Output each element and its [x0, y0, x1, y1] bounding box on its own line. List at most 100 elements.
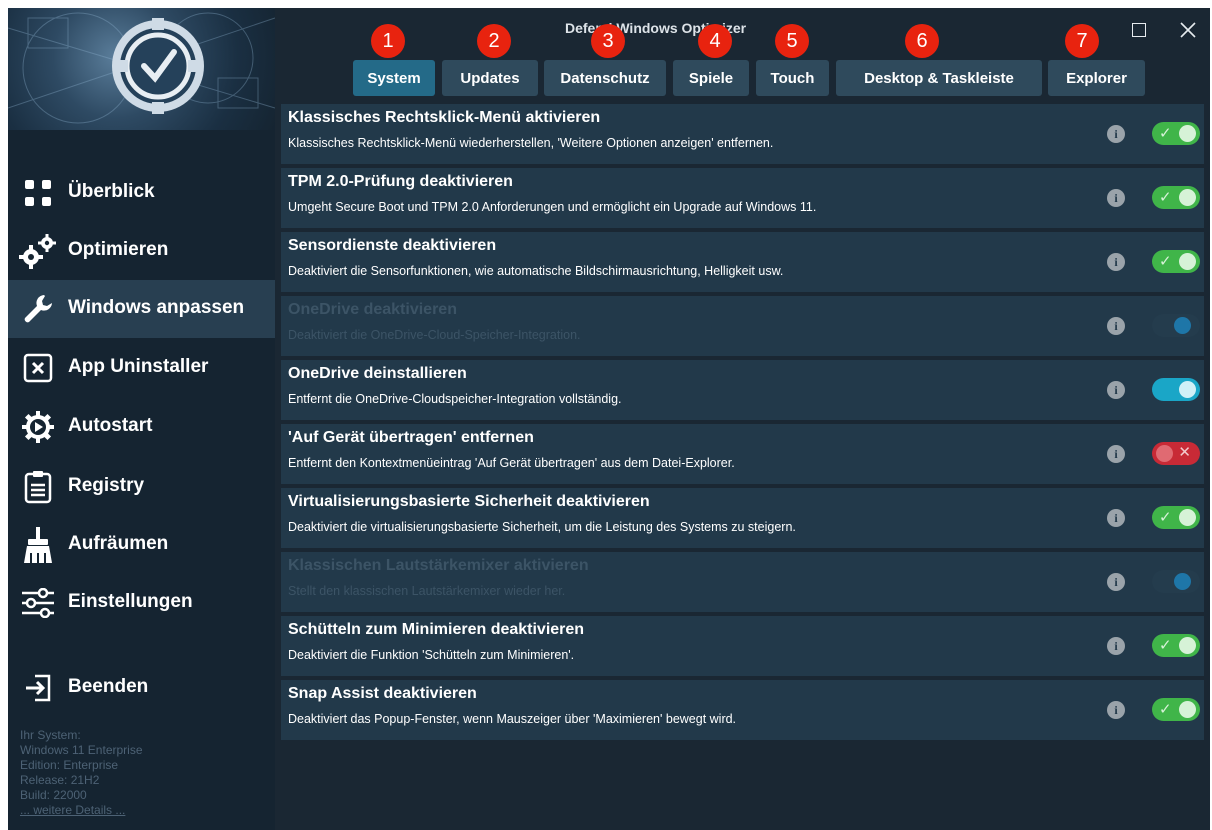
option-title: Sensordienste deaktivieren: [288, 237, 497, 254]
info-icon[interactable]: i: [1107, 189, 1125, 207]
option-description: Entfernt den Kontextmenüeintrag 'Auf Ger…: [288, 456, 735, 470]
option-description: Umgeht Secure Boot und TPM 2.0 Anforderu…: [288, 200, 817, 214]
sidebar-item-customize-windows[interactable]: Windows anpassen: [8, 280, 275, 338]
tab-desktop-taskbar[interactable]: Desktop & Taskleiste: [836, 60, 1042, 96]
system-info-line: Ihr System:: [20, 728, 81, 742]
toggle-knob: [1179, 701, 1196, 718]
option-title: Schütteln zum Minimieren deaktivieren: [288, 621, 585, 638]
sidebar-item-label: Beenden: [68, 676, 149, 697]
option-toggle[interactable]: ✓: [1152, 506, 1200, 529]
tab-number-badge: 6: [905, 24, 939, 58]
option-toggle[interactable]: ✕: [1152, 442, 1200, 465]
tab-bar: System Updates Datenschutz Spiele Touch …: [275, 60, 1210, 96]
option-title: TPM 2.0-Prüfung deaktivieren: [288, 173, 513, 190]
option-toggle[interactable]: ✓: [1152, 250, 1200, 273]
toggle-knob: [1179, 509, 1196, 526]
option-row: OneDrive deinstallieren Entfernt die OneD…: [281, 360, 1204, 420]
info-icon[interactable]: i: [1107, 125, 1125, 143]
option-toggle[interactable]: ✓: [1152, 634, 1200, 657]
sidebar-item-label: Optimieren: [68, 239, 169, 260]
close-icon: [1180, 22, 1196, 38]
maximize-button[interactable]: [1124, 16, 1154, 44]
tab-updates[interactable]: Updates: [442, 60, 538, 96]
option-title: Virtualisierungsbasierte Sicherheit deak…: [288, 493, 650, 510]
tab-number-badge: 2: [477, 24, 511, 58]
close-button[interactable]: [1173, 16, 1203, 44]
sidebar-item-label: Windows anpassen: [68, 297, 245, 318]
check-icon: ✓: [1159, 125, 1172, 142]
check-icon: ✓: [1159, 189, 1172, 206]
sidebar-item-app-uninstaller[interactable]: App Uninstaller: [8, 339, 275, 397]
tab-number-badge: 5: [775, 24, 809, 58]
option-toggle[interactable]: [1152, 570, 1200, 593]
info-icon[interactable]: i: [1107, 445, 1125, 463]
toggle-knob: [1156, 445, 1173, 462]
tab-number-badge: 7: [1065, 24, 1099, 58]
sidebar-item-label: Aufräumen: [68, 533, 169, 554]
sidebar-item-exit[interactable]: Beenden: [8, 659, 275, 717]
option-title: Klassisches Rechtsklick-Menü aktivieren: [288, 109, 601, 126]
option-description: Deaktiviert die OneDrive-Cloud-Speicher-…: [288, 328, 581, 342]
check-icon: ✓: [1159, 701, 1172, 718]
app-logo: [8, 8, 275, 130]
check-icon: ✓: [1159, 637, 1172, 654]
system-info-line: Edition: Enterprise: [20, 758, 119, 772]
tab-games[interactable]: Spiele: [673, 60, 749, 96]
sidebar-item-registry[interactable]: Registry: [8, 458, 275, 516]
info-icon[interactable]: i: [1107, 637, 1125, 655]
tab-number-badge: 3: [591, 24, 625, 58]
toggle-knob: [1174, 317, 1191, 334]
system-info: Ihr System: Windows 11 Enterprise Editio…: [20, 728, 143, 818]
option-row: Schütteln zum Minimieren deaktivieren Dea…: [281, 616, 1204, 676]
option-row: Klassisches Rechtsklick-Menü aktivieren K…: [281, 104, 1204, 164]
tab-privacy[interactable]: Datenschutz: [544, 60, 666, 96]
sidebar-item-label: Registry: [68, 475, 145, 496]
sliders-icon: [18, 585, 58, 621]
option-row: Sensordienste deaktivieren Deaktiviert di…: [281, 232, 1204, 292]
sidebar-item-autostart[interactable]: Autostart: [8, 398, 275, 456]
info-icon[interactable]: i: [1107, 317, 1125, 335]
maximize-icon: [1132, 23, 1146, 37]
option-row: TPM 2.0-Prüfung deaktivieren Umgeht Secur…: [281, 168, 1204, 228]
tab-system[interactable]: System: [353, 60, 435, 96]
info-icon[interactable]: i: [1107, 253, 1125, 271]
sidebar: Überblick Optimieren Windows anpassen Ap…: [8, 8, 275, 830]
wrench-icon: [18, 291, 58, 327]
sidebar-item-label: Überblick: [68, 181, 155, 202]
toggle-knob: [1179, 253, 1196, 270]
broom-icon: [18, 527, 58, 563]
tab-touch[interactable]: Touch: [756, 60, 829, 96]
sidebar-item-label: Autostart: [68, 415, 153, 436]
option-toggle[interactable]: ✓: [1152, 122, 1200, 145]
system-info-line: Build: 22000: [20, 788, 87, 802]
sidebar-item-label: Einstellungen: [68, 591, 193, 612]
info-icon[interactable]: i: [1107, 573, 1125, 591]
info-icon[interactable]: i: [1107, 701, 1125, 719]
info-icon[interactable]: i: [1107, 381, 1125, 399]
check-icon: ✓: [1159, 509, 1172, 526]
option-title: Snap Assist deaktivieren: [288, 685, 477, 702]
sidebar-item-overview[interactable]: Überblick: [8, 164, 275, 222]
option-description: Deaktiviert das Popup-Fenster, wenn Maus…: [288, 712, 737, 726]
option-description: Deaktiviert die Funktion 'Schütteln zum …: [288, 648, 575, 662]
details-link[interactable]: ... weitere Details ...: [20, 803, 143, 818]
option-row: Virtualisierungsbasierte Sicherheit deak…: [281, 488, 1204, 548]
toggle-knob: [1179, 189, 1196, 206]
toggle-knob: [1179, 637, 1196, 654]
sidebar-item-cleanup[interactable]: Aufräumen: [8, 516, 275, 574]
autostart-icon: [18, 409, 58, 445]
exit-icon: [18, 670, 58, 706]
tab-number-badge: 1: [371, 24, 405, 58]
option-toggle[interactable]: ✓: [1152, 698, 1200, 721]
sidebar-item-settings[interactable]: Einstellungen: [8, 574, 275, 632]
tab-explorer[interactable]: Explorer: [1048, 60, 1145, 96]
info-icon[interactable]: i: [1107, 509, 1125, 527]
option-title: OneDrive deaktivieren: [288, 301, 457, 318]
gears-icon: [18, 233, 58, 269]
clipboard-icon: [18, 469, 58, 505]
sidebar-item-optimize[interactable]: Optimieren: [8, 222, 275, 280]
option-toggle[interactable]: [1152, 378, 1200, 401]
option-title: 'Auf Gerät übertragen' entfernen: [288, 429, 534, 446]
option-toggle[interactable]: [1152, 314, 1200, 337]
option-toggle[interactable]: ✓: [1152, 186, 1200, 209]
